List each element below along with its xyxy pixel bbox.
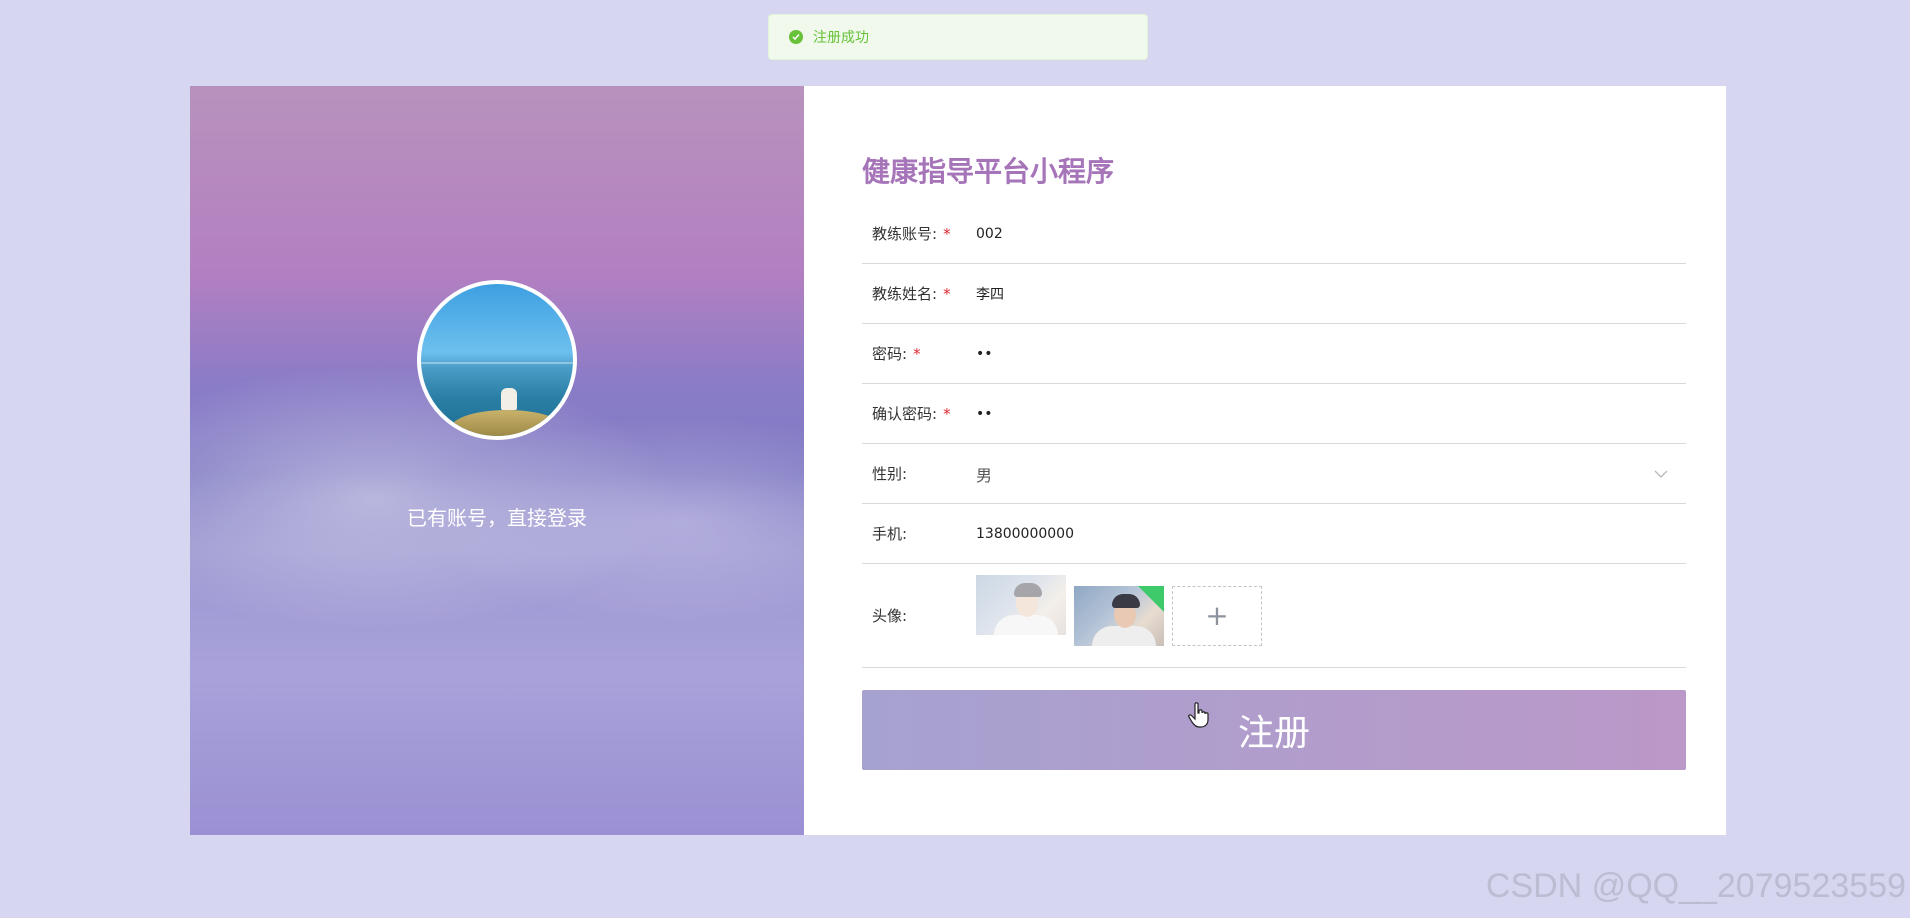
- field-label: 头像:: [872, 607, 908, 625]
- left-banner: 已有账号，直接登录: [190, 86, 804, 835]
- avatar-uploads: +: [976, 574, 1262, 646]
- confirm-password-input[interactable]: ••: [976, 406, 1686, 422]
- check-circle-icon: [789, 30, 803, 44]
- required-mark: *: [913, 345, 921, 363]
- field-label: 教练账号:: [872, 225, 938, 243]
- field-label: 性别:: [872, 465, 908, 483]
- field-label: 教练姓名:: [872, 285, 938, 303]
- field-gender: 性别: 男: [862, 444, 1686, 504]
- field-label: 确认密码:: [872, 405, 938, 423]
- register-button[interactable]: 注册: [862, 690, 1686, 770]
- account-input[interactable]: 002: [976, 226, 1686, 242]
- avatar-thumbnail-dragging[interactable]: [976, 574, 1066, 635]
- hand-cursor-icon: [1188, 702, 1210, 734]
- page-title: 健康指导平台小程序: [862, 155, 1115, 188]
- form-panel: 健康指导平台小程序 教练账号: * 002 教练姓名: * 李四 密码: * •• 确…: [804, 86, 1726, 835]
- avatar-thumbnail[interactable]: [1074, 585, 1164, 646]
- field-label: 手机:: [872, 525, 908, 543]
- field-label: 密码:: [872, 345, 908, 363]
- upload-button[interactable]: +: [1172, 585, 1262, 646]
- success-toast: 注册成功: [768, 14, 1148, 60]
- banner-avatar: [417, 280, 577, 440]
- password-input[interactable]: ••: [976, 346, 1686, 362]
- field-name: 教练姓名: * 李四: [862, 264, 1686, 324]
- toast-message: 注册成功: [813, 30, 869, 46]
- gender-select[interactable]: 男: [976, 462, 1654, 486]
- field-avatar: 头像: +: [862, 564, 1686, 668]
- field-phone: 手机: 13800000000: [862, 504, 1686, 564]
- field-confirm-password: 确认密码: * ••: [862, 384, 1686, 444]
- register-form: 教练账号: * 002 教练姓名: * 李四 密码: * •• 确认密码: * •• 性…: [862, 204, 1686, 668]
- phone-input[interactable]: 13800000000: [976, 526, 1686, 542]
- login-link[interactable]: 已有账号，直接登录: [190, 502, 804, 531]
- chevron-down-icon[interactable]: [1654, 466, 1668, 482]
- field-account: 教练账号: * 002: [862, 204, 1686, 264]
- required-mark: *: [943, 225, 951, 243]
- name-input[interactable]: 李四: [976, 284, 1686, 304]
- register-card: 已有账号，直接登录 健康指导平台小程序 教练账号: * 002 教练姓名: * 李四…: [190, 86, 1726, 835]
- required-mark: *: [943, 405, 951, 423]
- watermark: CSDN @QQ__2079523559: [1485, 867, 1906, 905]
- required-mark: *: [943, 285, 951, 303]
- field-password: 密码: * ••: [862, 324, 1686, 384]
